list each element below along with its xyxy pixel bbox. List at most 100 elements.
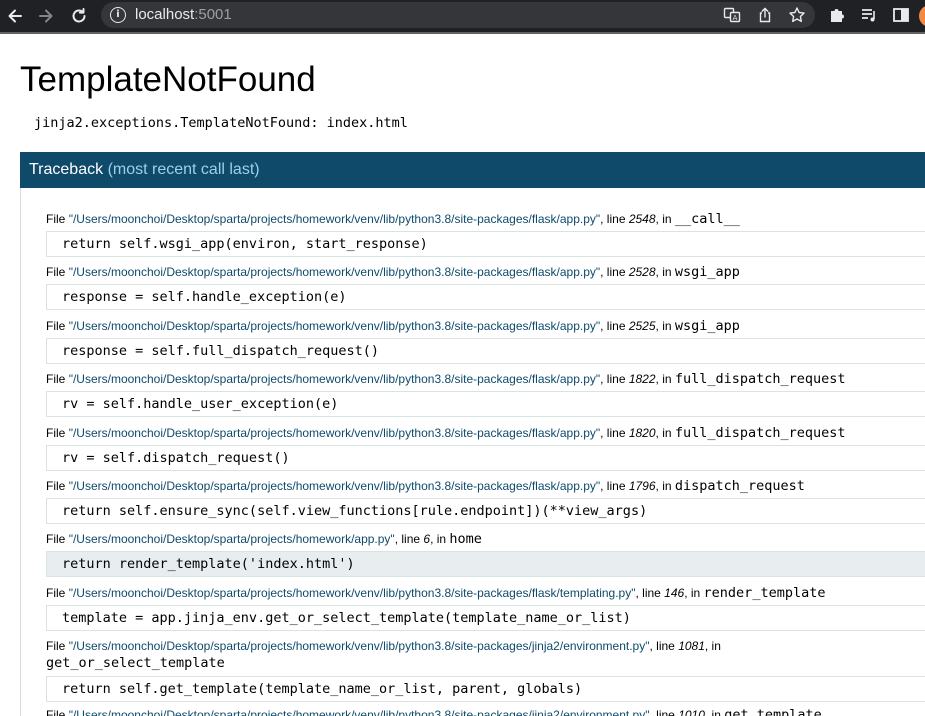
arrow-left-icon — [8, 9, 22, 23]
address-bar[interactable]: i localhost:5001 A — [101, 2, 815, 28]
traceback-frame: File "/Users/moonchoi/Desktop/sparta/pro… — [46, 371, 925, 417]
share-icon[interactable] — [756, 6, 774, 24]
star-icon[interactable] — [788, 6, 806, 24]
frame-in-label: , in — [655, 265, 675, 279]
traceback-frame: File "/Users/moonchoi/Desktop/sparta/pro… — [46, 318, 925, 364]
frame-code[interactable]: return self.wsgi_app(environ, start_resp… — [46, 231, 925, 257]
traceback-frame: File "/Users/moonchoi/Desktop/sparta/pro… — [46, 638, 925, 702]
back-button[interactable] — [4, 5, 26, 27]
frame-filename: "/Users/moonchoi/Desktop/sparta/projects… — [68, 372, 601, 386]
reload-button[interactable] — [68, 5, 90, 27]
frame-in-label: , in — [704, 708, 725, 716]
frame-in-label: , in — [704, 639, 721, 653]
frame-in-label: , in — [655, 479, 675, 493]
frame-line-label: , line — [635, 586, 665, 600]
frame-filename: "/Users/moonchoi/Desktop/sparta/projects… — [68, 639, 650, 653]
frame-function: full_dispatch_request — [674, 425, 846, 441]
frame-header: File "/Users/moonchoi/Desktop/sparta/pro… — [46, 264, 925, 280]
frame-line-label: , line — [600, 265, 629, 279]
url-text[interactable]: localhost:5001 — [135, 6, 232, 24]
frame-function: full_dispatch_request — [674, 371, 846, 387]
frame-line-label: , line — [600, 212, 629, 226]
frame-lineno: 2525 — [628, 319, 656, 333]
frame-line-label: , line — [649, 639, 679, 653]
traceback-frame: File "/Users/moonchoi/Desktop/sparta/pro… — [46, 707, 925, 716]
frame-filename: "/Users/moonchoi/Desktop/sparta/projects… — [68, 319, 601, 333]
frame-function: render_template — [703, 585, 826, 601]
frame-header: File "/Users/moonchoi/Desktop/sparta/pro… — [46, 638, 806, 672]
frame-header: File "/Users/moonchoi/Desktop/sparta/pro… — [46, 531, 925, 547]
frame-lineno: 146 — [664, 586, 685, 600]
frame-code[interactable]: return self.get_template(template_name_o… — [46, 676, 925, 702]
toolbar-divider — [0, 32, 925, 34]
frame-filename: "/Users/moonchoi/Desktop/sparta/projects… — [68, 212, 601, 226]
frame-filename: "/Users/moonchoi/Desktop/sparta/projects… — [68, 265, 601, 279]
browser-toolbar: i localhost:5001 A — [0, 0, 925, 32]
frame-in-label: , in — [655, 319, 675, 333]
arrow-right-icon — [39, 9, 53, 23]
traceback-subtitle: (most recent call last) — [107, 161, 260, 178]
frame-in-label: , in — [684, 586, 704, 600]
frame-header: File "/Users/moonchoi/Desktop/sparta/pro… — [46, 707, 925, 716]
traceback-frame: File "/Users/moonchoi/Desktop/sparta/pro… — [46, 264, 925, 310]
frame-filename: "/Users/moonchoi/Desktop/sparta/projects… — [68, 708, 650, 716]
frame-filename: "/Users/moonchoi/Desktop/sparta/projects… — [68, 479, 601, 493]
frame-code[interactable]: response = self.handle_exception(e) — [46, 284, 925, 310]
frame-file-label: File — [46, 639, 66, 653]
frame-header: File "/Users/moonchoi/Desktop/sparta/pro… — [46, 211, 925, 227]
frame-header: File "/Users/moonchoi/Desktop/sparta/pro… — [46, 478, 925, 494]
frame-line-label: , line — [394, 532, 424, 546]
frame-code[interactable]: template = app.jinja_env.get_or_select_t… — [46, 605, 925, 631]
frame-lineno: 1081 — [678, 639, 705, 653]
frame-code[interactable]: return render_template('index.html') — [46, 551, 925, 577]
frame-file-label: File — [46, 319, 66, 333]
info-icon[interactable]: i — [110, 7, 126, 23]
traceback-frame: File "/Users/moonchoi/Desktop/sparta/pro… — [46, 425, 925, 471]
frame-lineno: 1820 — [628, 426, 656, 440]
frame-code[interactable]: return self.ensure_sync(self.view_functi… — [46, 498, 925, 524]
frame-code[interactable]: response = self.full_dispatch_request() — [46, 338, 925, 364]
frame-lineno: 1796 — [628, 479, 656, 493]
frame-lineno: 1010 — [678, 708, 705, 716]
frame-code[interactable]: rv = self.dispatch_request() — [46, 445, 925, 471]
frame-line-label: , line — [600, 372, 629, 386]
frame-file-label: File — [46, 532, 66, 546]
frame-code[interactable]: rv = self.handle_user_exception(e) — [46, 391, 925, 417]
frame-in-label: , in — [655, 372, 675, 386]
frame-header: File "/Users/moonchoi/Desktop/sparta/pro… — [46, 585, 925, 601]
frame-in-label: , in — [655, 426, 675, 440]
frame-function: wsgi_app — [674, 264, 740, 280]
frame-function: wsgi_app — [674, 318, 740, 334]
traceback-frame: File "/Users/moonchoi/Desktop/sparta/pro… — [46, 211, 925, 257]
playlist-icon[interactable] — [859, 5, 879, 25]
frame-line-label: , line — [600, 479, 629, 493]
frame-lineno: 2528 — [628, 265, 656, 279]
forward-button[interactable] — [35, 5, 57, 27]
frame-filename: "/Users/moonchoi/Desktop/sparta/projects… — [68, 532, 395, 546]
svg-text:A: A — [733, 14, 738, 22]
frame-header: File "/Users/moonchoi/Desktop/sparta/pro… — [46, 425, 925, 441]
frame-in-label: , in — [430, 532, 450, 546]
page-title: TemplateNotFound — [20, 60, 316, 99]
frame-function: home — [449, 531, 482, 547]
translate-icon[interactable]: A — [723, 6, 741, 24]
frame-line-label: , line — [649, 708, 679, 716]
frame-file-label: File — [46, 372, 66, 386]
frame-file-label: File — [46, 708, 66, 716]
traceback-frame: File "/Users/moonchoi/Desktop/sparta/pro… — [46, 478, 925, 524]
traceback-frame: File "/Users/moonchoi/Desktop/sparta/pro… — [46, 585, 925, 631]
frame-filename: "/Users/moonchoi/Desktop/sparta/projects… — [68, 586, 636, 600]
avatar[interactable] — [919, 5, 925, 27]
puzzle-icon[interactable] — [827, 5, 847, 25]
frame-file-label: File — [46, 265, 66, 279]
traceback-frame: File "/Users/moonchoi/Desktop/sparta/pro… — [46, 531, 925, 577]
exception-message: jinja2.exceptions.TemplateNotFound: inde… — [34, 115, 408, 131]
frame-function: get_template — [724, 707, 822, 716]
frame-line-label: , line — [600, 426, 629, 440]
traceback-header: Traceback (most recent call last) — [20, 152, 925, 188]
side-panel-icon[interactable] — [891, 5, 911, 25]
frame-file-label: File — [46, 479, 66, 493]
frame-lineno: 1822 — [628, 372, 656, 386]
frame-function: __call__ — [674, 211, 740, 227]
frame-function: get_or_select_template — [46, 655, 225, 671]
